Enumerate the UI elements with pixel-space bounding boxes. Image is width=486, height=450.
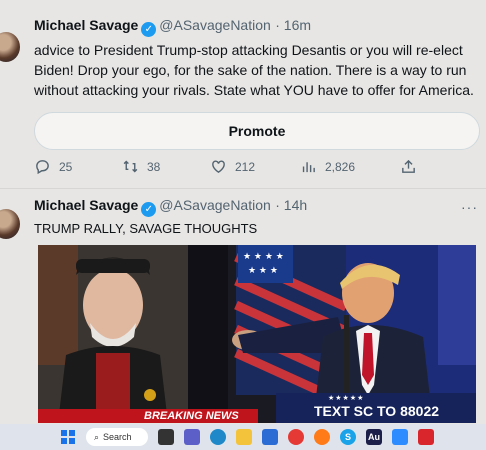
tweet-time[interactable]: · 14h	[275, 197, 307, 213]
retweet-button[interactable]: 38	[122, 158, 160, 175]
edge-icon[interactable]	[210, 429, 226, 445]
share-icon	[402, 159, 415, 173]
avatar[interactable]	[0, 32, 20, 62]
windows-start-icon[interactable]	[60, 429, 76, 445]
promote-button[interactable]: Promote	[34, 112, 480, 150]
tweet-actions: 25 38 212 2,826	[34, 158, 454, 180]
task-view-icon[interactable]	[158, 429, 174, 445]
media-banner-left: BREAKING NEWS	[144, 410, 239, 422]
media-scene: ★ ★ ★ ★ ★ ★ ★	[38, 245, 476, 423]
audition-icon[interactable]: Au	[366, 429, 382, 445]
media-stars: ★★★★★	[328, 395, 365, 402]
svg-text:★ ★ ★: ★ ★ ★	[248, 266, 278, 276]
file-explorer-icon[interactable]	[236, 429, 252, 445]
author-handle[interactable]: @ASavageNation	[159, 17, 271, 33]
like-button[interactable]: 212	[210, 158, 255, 175]
tweet-time[interactable]: · 16m	[275, 17, 311, 33]
chat-icon[interactable]	[184, 429, 200, 445]
retweet-count: 38	[147, 159, 161, 174]
store-icon[interactable]	[262, 429, 278, 445]
svg-text:★ ★ ★ ★: ★ ★ ★ ★	[243, 252, 284, 262]
author-name[interactable]: Michael Savage	[34, 197, 138, 213]
views-count: 2,826	[325, 159, 356, 174]
tweet-text: TRUMP RALLY, SAVAGE THOUGHTS	[34, 221, 258, 236]
tweet-text-line: advice to President Trump-stop attacking…	[34, 42, 463, 58]
views-button[interactable]: 2,826	[300, 158, 355, 175]
tweet-1[interactable]: Michael Savage ✓ @ASavageNation · 16m advi…	[0, 0, 486, 188]
more-options-icon[interactable]: ···	[461, 199, 478, 215]
like-count: 212	[235, 159, 256, 174]
tweet-text-line: without attacking your rivals. State wha…	[34, 82, 474, 98]
reply-count: 25	[59, 159, 73, 174]
tweet-text-line: Biden! Drop your ego, for the sake of th…	[34, 62, 467, 78]
author-handle[interactable]: @ASavageNation	[159, 197, 271, 213]
analytics-icon	[302, 162, 315, 173]
reply-button[interactable]: 25	[34, 158, 72, 175]
heart-icon	[212, 160, 225, 174]
verified-badge-icon: ✓	[141, 22, 157, 37]
reply-icon	[36, 160, 49, 175]
tweet-media-image[interactable]: ★ ★ ★ ★ ★ ★ ★ ★★★★★ BREAKING NEWS TEXT S…	[38, 245, 476, 423]
search-icon: ⌕	[94, 431, 100, 442]
acrobat-icon[interactable]	[418, 429, 434, 445]
search-label: Search	[103, 432, 132, 442]
firefox-icon[interactable]	[314, 429, 330, 445]
skype-icon[interactable]: S	[340, 429, 356, 445]
chrome-icon[interactable]	[288, 429, 304, 445]
taskbar-search[interactable]: ⌕ Search	[86, 428, 148, 446]
avatar[interactable]	[0, 209, 20, 239]
share-button[interactable]	[400, 158, 417, 175]
author-name[interactable]: Michael Savage	[34, 17, 138, 33]
verified-badge-icon: ✓	[141, 202, 157, 217]
windows-taskbar: ⌕ Search S Au	[0, 424, 486, 450]
retweet-icon	[123, 160, 138, 173]
media-banner-right: TEXT SC TO 88022	[314, 403, 440, 419]
zoom-icon[interactable]	[392, 429, 408, 445]
